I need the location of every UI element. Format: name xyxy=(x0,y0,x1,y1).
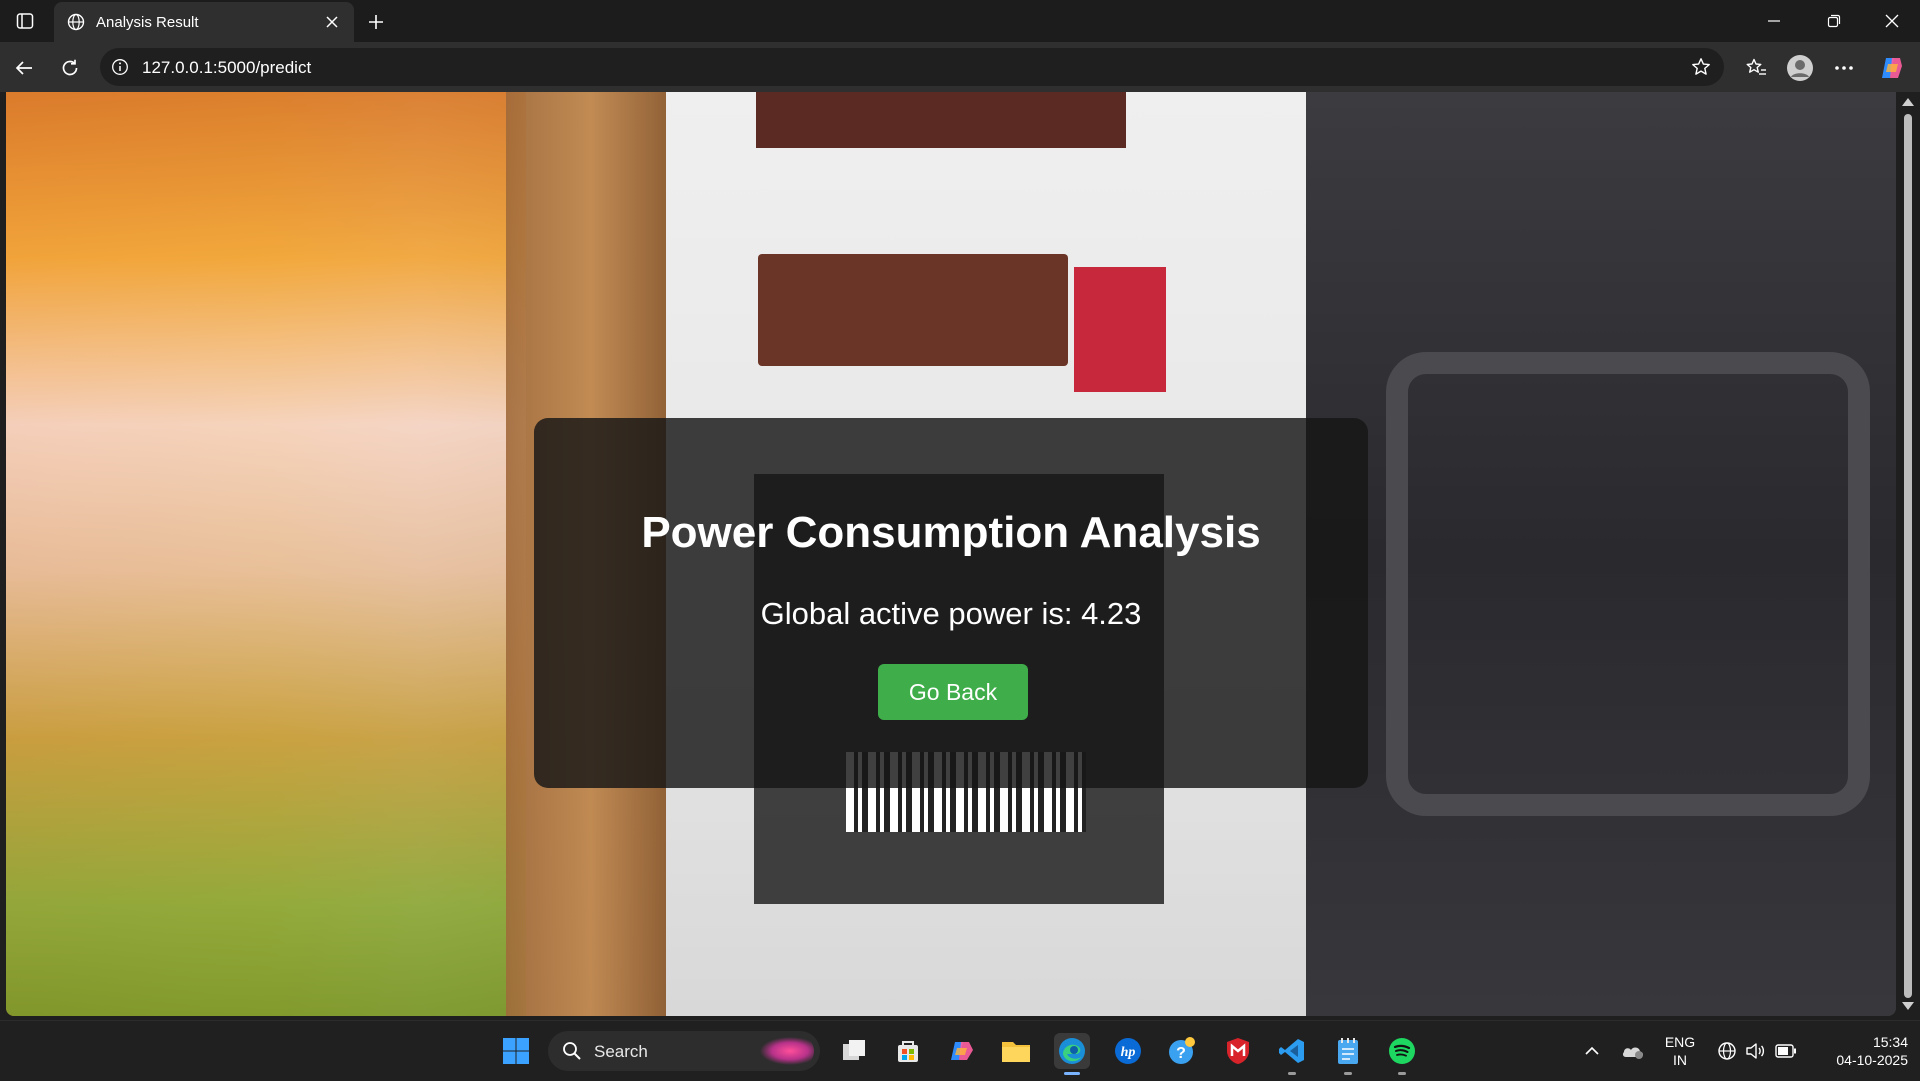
new-tab-button[interactable] xyxy=(362,8,390,36)
site-info-icon[interactable] xyxy=(110,57,130,77)
windows-taskbar: Search hp ? ENG IN 15:34 04-10-2025 xyxy=(0,1020,1920,1081)
microsoft-store-icon[interactable] xyxy=(890,1033,926,1069)
prediction-result-text: Global active power is: 4.23 xyxy=(760,596,1142,631)
close-window-icon[interactable] xyxy=(1864,0,1920,42)
vertical-scrollbar[interactable] xyxy=(1896,92,1920,1016)
windows-start-icon[interactable] xyxy=(498,1033,534,1069)
network-globe-icon[interactable] xyxy=(1714,1021,1740,1081)
vscode-icon[interactable] xyxy=(1274,1033,1310,1075)
back-arrow-icon[interactable] xyxy=(8,52,40,84)
help-app-icon[interactable]: ? xyxy=(1164,1033,1200,1069)
restore-icon[interactable] xyxy=(1806,0,1862,42)
close-tab-icon[interactable] xyxy=(320,10,344,34)
onedrive-icon[interactable] xyxy=(1618,1021,1648,1081)
background-meter-red-indicator xyxy=(1074,267,1166,392)
tab-analysis-result[interactable]: Analysis Result xyxy=(54,2,354,42)
battery-icon[interactable] xyxy=(1772,1021,1800,1081)
copilot-app-icon[interactable] xyxy=(944,1033,980,1069)
search-icon xyxy=(563,1042,581,1060)
page-viewport: Power Consumption Analysis Global active… xyxy=(6,92,1896,1016)
background-meter-display xyxy=(758,254,1068,366)
mcafee-icon[interactable] xyxy=(1220,1033,1256,1069)
region-code: IN xyxy=(1673,1052,1687,1068)
running-app-indicator xyxy=(1398,1072,1406,1075)
show-hidden-icons-chevron-up-icon[interactable] xyxy=(1580,1021,1604,1081)
page-title: Power Consumption Analysis xyxy=(641,508,1261,557)
result-card: Power Consumption Analysis Global active… xyxy=(534,418,1368,788)
spotify-icon[interactable] xyxy=(1384,1033,1420,1075)
background-image-blur-left xyxy=(6,92,526,1016)
favorite-star-icon[interactable] xyxy=(1690,56,1712,78)
task-view-icon[interactable] xyxy=(836,1033,872,1069)
language-code: ENG xyxy=(1664,1034,1696,1050)
active-app-indicator xyxy=(1064,1072,1080,1075)
tab-actions-icon[interactable] xyxy=(10,8,40,34)
clock-date: 04-10-2025 xyxy=(1836,1052,1908,1068)
scroll-up-arrow-icon[interactable] xyxy=(1902,98,1914,106)
scrollbar-thumb[interactable] xyxy=(1904,114,1912,998)
clock-time: 15:34 xyxy=(1872,1034,1908,1050)
language-indicator[interactable]: ENG IN xyxy=(1660,1021,1700,1081)
volume-icon[interactable] xyxy=(1742,1021,1768,1081)
browser-toolbar: 127.0.0.1:5000/predict xyxy=(0,42,1920,92)
profile-avatar-icon[interactable] xyxy=(1784,52,1816,84)
go-back-button[interactable]: Go Back xyxy=(878,664,1028,720)
running-app-indicator xyxy=(1344,1072,1352,1075)
address-bar[interactable]: 127.0.0.1:5000/predict xyxy=(100,48,1724,86)
minimize-icon[interactable] xyxy=(1746,0,1802,42)
svg-text:?: ? xyxy=(1176,1045,1186,1062)
background-meter-top-display xyxy=(756,92,1126,148)
refresh-icon[interactable] xyxy=(54,52,86,84)
taskbar-search-box[interactable]: Search xyxy=(548,1031,820,1071)
more-options-icon[interactable] xyxy=(1828,52,1860,84)
tab-title: Analysis Result xyxy=(96,13,199,31)
copilot-icon[interactable] xyxy=(1876,52,1908,84)
notepad-icon[interactable] xyxy=(1330,1033,1366,1075)
search-label: Search xyxy=(594,1042,648,1061)
file-explorer-icon[interactable] xyxy=(998,1033,1034,1069)
scroll-down-arrow-icon[interactable] xyxy=(1902,1002,1914,1010)
clock[interactable]: 15:34 04-10-2025 xyxy=(1810,1021,1910,1081)
background-meter-frame xyxy=(1386,352,1870,816)
globe-icon xyxy=(66,12,86,32)
svg-text:hp: hp xyxy=(1121,1045,1136,1060)
edge-browser-icon[interactable] xyxy=(1054,1033,1090,1075)
browser-tab-bar: Analysis Result xyxy=(0,0,1920,42)
favorites-icon[interactable] xyxy=(1740,52,1772,84)
running-app-indicator xyxy=(1288,1072,1296,1075)
hp-icon[interactable]: hp xyxy=(1110,1033,1146,1069)
url-text: 127.0.0.1:5000/predict xyxy=(142,58,312,77)
search-highlight-icon xyxy=(750,1035,814,1067)
